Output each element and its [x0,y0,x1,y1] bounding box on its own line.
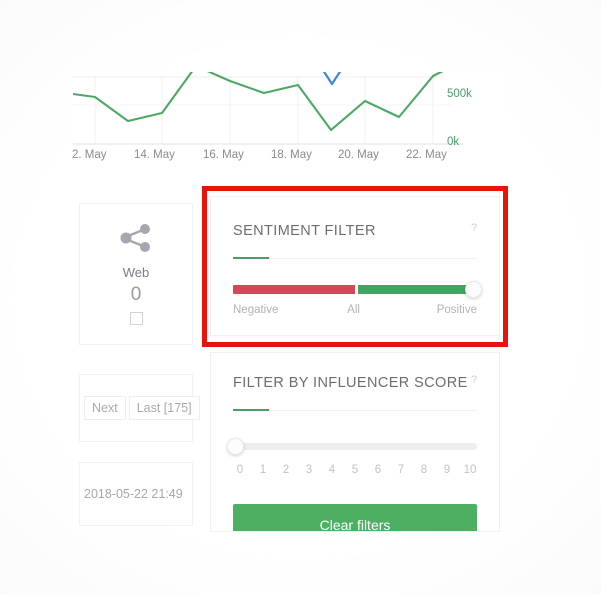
influencer-tick-7: 7 [397,464,405,477]
influencer-score-filter-card: FILTER BY INFLUENCER SCORE ? 0 1 2 3 4 5… [210,352,500,532]
influencer-slider-thumb[interactable] [227,438,244,456]
chart-xtick-0: 2. May [72,149,107,161]
influencer-tick-0: 0 [236,464,244,477]
influencer-tick-3: 3 [305,464,313,477]
sentiment-slider-track[interactable] [233,285,477,295]
influencer-tick-10: 10 [463,464,477,477]
last-page-button[interactable]: Last [175] [128,395,200,421]
section-divider [233,257,477,260]
influencer-tick-6: 6 [374,464,382,477]
share-icon [119,223,153,253]
source-count-value: 0 [130,283,142,305]
section-divider [233,409,477,412]
pagination-card: Next Last [175] [79,374,200,442]
influencer-slider-track[interactable] [233,443,477,451]
influencer-tick-2: 2 [282,464,290,477]
chart-xtick-1: 14. May [134,149,175,161]
influencer-filter-title: FILTER BY INFLUENCER SCORE [233,375,468,391]
dashboard-stage: 500k 0k 2. May 14. May 16. May 18. May 2… [0,0,601,595]
source-name-label: Web [122,265,150,281]
sentiment-label-all: All [347,304,360,317]
influencer-slider-ticks: 0 1 2 3 4 5 6 7 8 9 10 [233,464,477,476]
help-icon[interactable]: ? [467,373,481,387]
sentiment-negative-range [233,285,355,295]
source-checkbox[interactable] [129,311,143,325]
influencer-tick-1: 1 [259,464,267,477]
sentiment-label-positive: Positive [436,304,477,317]
chart-xtick-5: 22. May [406,149,447,161]
next-page-button[interactable]: Next [84,395,126,421]
influencer-tick-5: 5 [351,464,359,477]
chart-xtick-4: 20. May [338,149,379,161]
sentiment-positive-range [358,285,477,295]
influencer-tick-9: 9 [443,464,451,477]
chart-xtick-3: 18. May [271,149,312,161]
influencer-tick-8: 8 [420,464,428,477]
chart-ytick-500k: 500k [447,88,472,100]
influencer-tick-4: 4 [328,464,336,477]
sentiment-slider[interactable] [233,281,482,299]
sentiment-slider-labels: Negative All Positive [233,304,477,316]
chart-xtick-2: 16. May [203,149,244,161]
sentiment-slider-thumb[interactable] [465,281,482,299]
source-filter-card-web[interactable]: Web 0 [79,203,193,345]
sentiment-filter-card: SENTIMENT FILTER ? Negative All Positive [210,196,500,336]
clear-filters-button[interactable]: Clear filters [233,504,477,531]
timestamp-card: 2018-05-22 21:49 [79,462,193,526]
influencer-score-slider[interactable] [227,438,477,456]
sentiment-filter-title: SENTIMENT FILTER [233,223,376,239]
sentiment-label-negative: Negative [233,304,279,317]
help-icon[interactable]: ? [467,221,481,235]
mention-timestamp: 2018-05-22 21:49 [84,487,183,501]
chart-ytick-0k: 0k [447,136,460,148]
